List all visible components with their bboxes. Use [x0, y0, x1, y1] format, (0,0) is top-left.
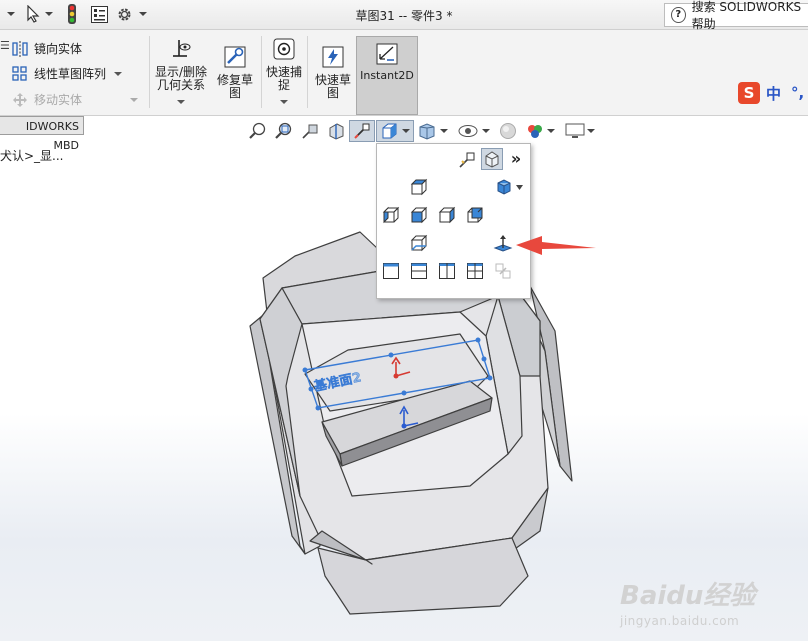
move-entities-button[interactable]: 移动实体 [12, 91, 139, 108]
front-view-icon[interactable] [408, 204, 430, 226]
view-orientation-flyout: » [376, 143, 531, 299]
right-view-icon[interactable] [436, 204, 458, 226]
chevron-down-icon[interactable] [482, 128, 490, 134]
baidu-watermark: Baidu经验 jingyan.baidu.com [620, 575, 755, 628]
normal-view-cube-icon[interactable] [481, 148, 503, 170]
quick-snaps-button[interactable]: 快速捕 捉 [264, 38, 304, 108]
left-view-icon[interactable] [380, 204, 402, 226]
chevron-down-icon[interactable] [114, 71, 123, 77]
repair-sketch-button[interactable]: 修复草 图 [213, 46, 257, 100]
two-view-horizontal-icon[interactable] [408, 260, 430, 282]
quick-snaps-label-2: 捉 [277, 78, 290, 92]
rapid-sketch-label-2: 图 [326, 86, 339, 100]
show-relations-label-2: 几何关系 [156, 78, 205, 92]
two-view-vertical-icon[interactable] [436, 260, 458, 282]
rapid-sketch-icon [322, 46, 344, 68]
chevron-down-icon[interactable] [516, 184, 523, 190]
more-views-toggle[interactable]: » [505, 147, 527, 169]
ribbon-separator [149, 36, 150, 108]
link-views-icon [492, 260, 514, 282]
quick-snaps-icon [273, 38, 295, 60]
sogou-ime-bar[interactable]: S 中 °, [738, 82, 804, 104]
ribbon-cutoff-icon: ☰ [0, 39, 10, 52]
top-view-icon[interactable] [408, 176, 430, 198]
view-selector-icon[interactable] [456, 149, 478, 171]
instant2d-icon [376, 43, 398, 65]
ribbon-separator [307, 36, 308, 108]
chevron-down-icon[interactable] [280, 99, 288, 105]
command-manager-ribbon: ☰ 镜向实体 线性草图阵列 移动实体 显示/删除 几何关系 修复草 图 快速捕 … [0, 30, 808, 116]
show-delete-relations-button[interactable]: 显示/删除 几何关系 [153, 38, 209, 108]
linear-pattern-label: 线性草图阵列 [34, 67, 107, 81]
ribbon-separator [261, 36, 262, 108]
title-bar: 草图31 -- 零件3 * ? 搜索 SOLIDWORKS 帮助 [0, 0, 808, 31]
four-view-icon[interactable] [464, 260, 486, 282]
chevron-down-icon[interactable] [177, 99, 185, 105]
repair-sketch-label-2: 图 [228, 86, 241, 100]
chevron-down-icon[interactable] [547, 128, 555, 134]
watermark-main: Baidu经验 [620, 581, 756, 611]
chevron-down-icon[interactable] [440, 128, 448, 134]
bottom-view-icon[interactable] [408, 232, 430, 254]
sogou-punct[interactable]: °, [791, 84, 804, 102]
rapid-sketch-button[interactable]: 快速草 图 [311, 46, 355, 100]
linear-pattern-icon [12, 65, 27, 81]
instant2d-button[interactable]: Instant2D [356, 36, 418, 115]
sogou-mode[interactable]: 中 [766, 83, 781, 104]
chevron-down-icon[interactable] [587, 128, 595, 134]
isometric-view-icon[interactable] [492, 176, 526, 198]
annotation-arrow [516, 236, 596, 255]
single-view-icon[interactable] [380, 260, 402, 282]
move-icon [13, 92, 27, 107]
instant2d-label: Instant2D [360, 69, 414, 82]
repair-sketch-icon [224, 46, 246, 68]
linear-sketch-pattern-button[interactable]: 线性草图阵列 [12, 65, 123, 82]
sogou-logo: S [738, 82, 760, 104]
help-search-box[interactable]: ? 搜索 SOLIDWORKS 帮助 [664, 0, 808, 31]
mirror-entities-button[interactable]: 镜向实体 [12, 40, 82, 57]
mirror-entities-label: 镜向实体 [34, 42, 83, 56]
back-view-icon[interactable] [464, 204, 486, 226]
chevron-down-icon[interactable] [402, 128, 410, 134]
watermark-sub: jingyan.baidu.com [620, 614, 740, 628]
help-question-icon: ? [671, 7, 686, 23]
mirror-icon [12, 40, 28, 57]
relations-icon [173, 40, 191, 57]
chevron-down-icon[interactable] [130, 97, 139, 103]
normal-to-icon[interactable] [492, 232, 514, 254]
search-placeholder: 搜索 SOLIDWORKS 帮助 [691, 0, 802, 31]
tab-solidworks-mbd[interactable]: IDWORKS MBD [0, 116, 84, 152]
move-entities-label: 移动实体 [34, 93, 83, 107]
